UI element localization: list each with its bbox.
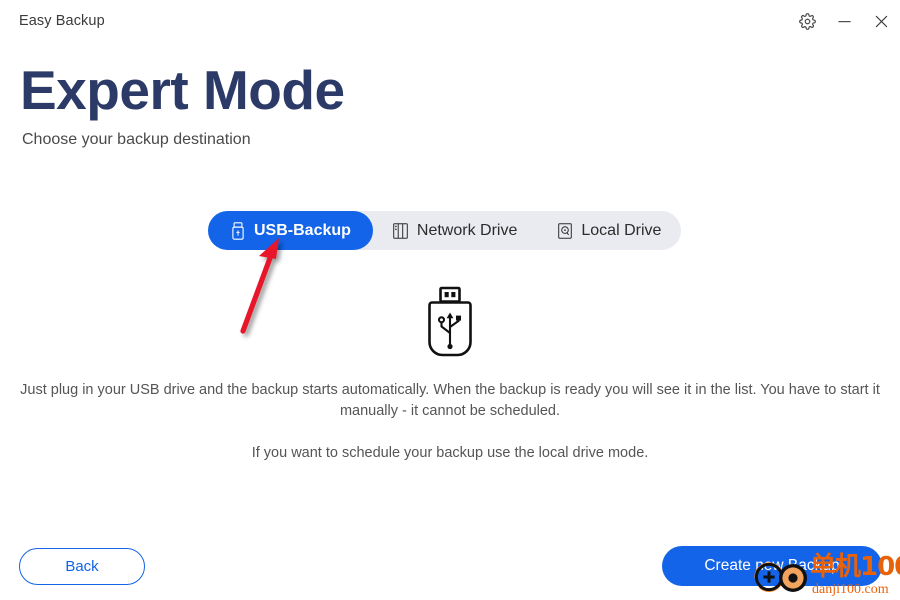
server-rack-icon [393, 222, 409, 240]
tab-label-network-drive: Network Drive [416, 221, 518, 239]
page-title: Expert Mode [20, 59, 345, 121]
app-title: Easy Backup [19, 12, 105, 29]
hard-drive-icon [557, 222, 573, 240]
close-button[interactable] [863, 2, 900, 40]
close-icon [874, 14, 889, 29]
tab-local-drive[interactable]: Local Drive [537, 211, 681, 250]
description-paragraph-2: If you want to schedule your backup use … [251, 445, 649, 461]
tab-label-usb-backup: USB-Backup [254, 221, 351, 239]
settings-button[interactable] [789, 2, 826, 40]
usb-drive-icon [230, 221, 246, 240]
usb-flash-drive-hero-icon [0, 286, 900, 358]
page-subtitle: Choose your backup destination [22, 130, 251, 148]
minimize-icon [837, 14, 852, 29]
destination-description: Just plug in your USB drive and the back… [0, 380, 900, 464]
title-bar: Easy Backup [0, 0, 900, 42]
page-heading-block: Expert Mode Choose your backup destinati… [20, 59, 345, 148]
destination-tab-bar: USB-Backup Network Drive Local Drive [208, 211, 682, 250]
back-button[interactable]: Back [19, 548, 145, 585]
window-controls [789, 0, 900, 42]
tab-usb-backup[interactable]: USB-Backup [208, 211, 373, 250]
description-paragraph-1: Just plug in your USB drive and the back… [20, 382, 880, 419]
minimize-button[interactable] [826, 2, 863, 40]
create-new-backup-button[interactable]: Create new Backup [662, 546, 882, 586]
gear-icon [799, 12, 816, 30]
tab-network-drive[interactable]: Network Drive [373, 211, 537, 250]
tab-label-local-drive: Local Drive [581, 221, 662, 239]
